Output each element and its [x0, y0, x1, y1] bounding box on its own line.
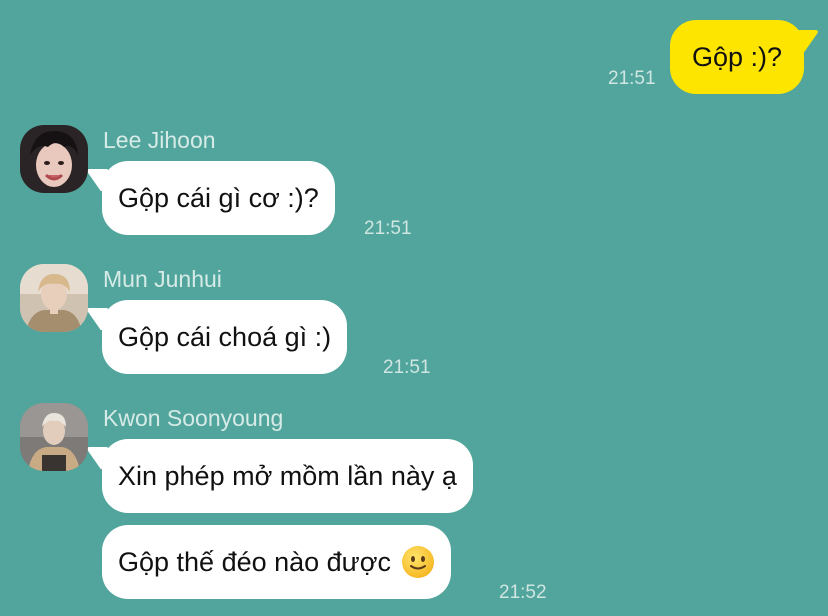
avatar-lee-jihoon-image [20, 125, 88, 193]
mun-message-time: 21:51 [383, 357, 431, 378]
sender-name-lee-jihoon: Lee Jihoon [103, 127, 216, 153]
avatar-mun-junhui[interactable] [20, 264, 88, 332]
avatar-mun-junhui-image [20, 264, 88, 332]
kwon-message-bubble-1[interactable]: Xin phép mở mồm lần này ạ [102, 439, 473, 513]
lee-message-time: 21:51 [364, 218, 412, 239]
kwon-message-text-1: Xin phép mở mồm lần này ạ [118, 460, 457, 491]
mun-message-text: Gộp cái choá gì :) [118, 321, 332, 352]
outgoing-message-bubble[interactable]: Gộp :)? [670, 20, 805, 94]
outgoing-message-time: 21:51 [608, 68, 656, 89]
lee-message-bubble[interactable]: Gộp cái gì cơ :)? [102, 161, 335, 235]
outgoing-message-text: Gộp :)? [692, 41, 783, 72]
avatar-kwon-soonyoung-image [20, 403, 88, 471]
avatar-lee-jihoon[interactable] [20, 125, 88, 193]
kwon-message-bubble-2[interactable]: Gộp thế đéo nào được [102, 525, 451, 599]
kwon-message-text-2: Gộp thế đéo nào được [118, 546, 391, 577]
chat-area: 21:51 Gộp :)? Lee Jihoon Gộp cái gì cơ :… [0, 0, 828, 616]
sender-name-mun-junhui: Mun Junhui [103, 266, 222, 292]
mun-message-bubble[interactable]: Gộp cái choá gì :) [102, 300, 348, 374]
lee-message-text: Gộp cái gì cơ :)? [118, 182, 319, 213]
sender-name-kwon-soonyoung: Kwon Soonyoung [103, 405, 284, 431]
avatar-kwon-soonyoung[interactable] [20, 403, 88, 471]
kwon-message-time: 21:52 [499, 582, 547, 603]
slightly-smiling-face-icon [401, 546, 434, 578]
